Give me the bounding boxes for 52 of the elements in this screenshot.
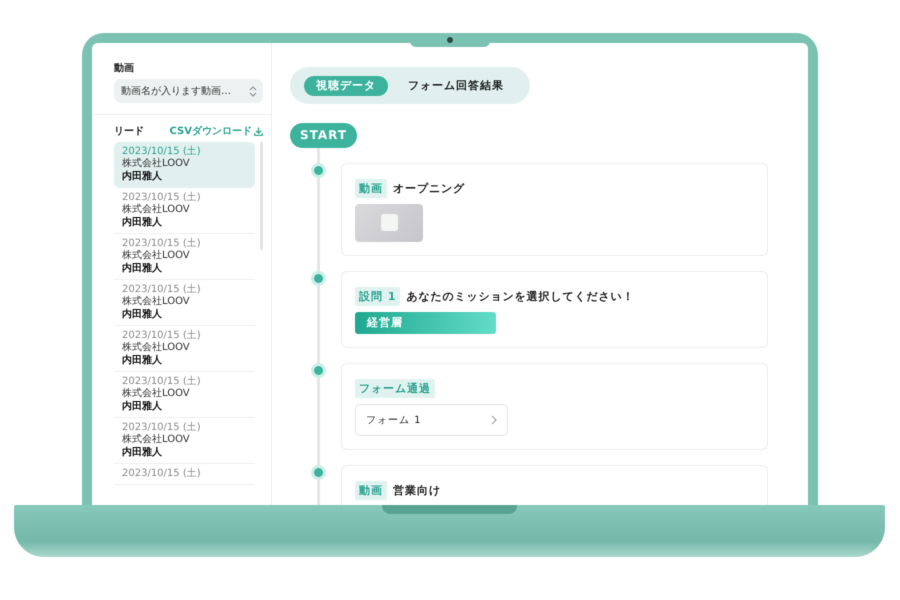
timeline-dot (314, 166, 323, 175)
lead-company: 株式会社LOOV (122, 296, 191, 308)
download-icon (254, 126, 263, 136)
lead-list-item[interactable]: 2023/10/15 (土) 株式会社LOOV 内田雅人 (114, 418, 255, 464)
lead-date: 2023/10/15 (土) (122, 330, 202, 342)
selected-answer: 経営層 (355, 312, 496, 334)
lead-date: 2023/10/15 (土) (122, 376, 202, 388)
lead-company: 株式会社LOOV (122, 434, 191, 446)
lead-name: 内田雅人 (122, 354, 163, 367)
step-type-label: フォーム通過 (355, 379, 435, 398)
timeline-dot (314, 468, 323, 477)
lead-name: 内田雅人 (122, 216, 163, 229)
lead-company: 株式会社LOOV (122, 250, 191, 262)
tab[interactable]: フォーム回答結果 (396, 76, 516, 96)
logo-icon (381, 214, 398, 231)
timeline-dot (314, 366, 323, 375)
lead-company: 株式会社LOOV (122, 388, 191, 400)
lead-date: 2023/10/15 (土) (122, 238, 202, 250)
step-type-label: 設問 1 (355, 287, 400, 306)
lead-company: 株式会社LOOV (122, 158, 191, 170)
lead-list-item[interactable]: 2023/10/15 (土) 株式会社LOOV 内田雅人 (114, 234, 255, 280)
lead-list-item[interactable]: 2023/10/15 (土) 株式会社LOOV 内田雅人 (114, 326, 255, 372)
step-title: オープニング (393, 181, 465, 196)
step-type-label: 動画 (355, 481, 387, 500)
timeline-dot (314, 274, 323, 283)
lead-name: 内田雅人 (122, 308, 163, 321)
lead-list-item[interactable]: 2023/10/15 (土) 株式会社LOOV 内田雅人 (114, 188, 255, 234)
step-title: 営業向け (393, 483, 441, 498)
chevron-up-down-icon (249, 86, 257, 96)
video-label: 動画 (114, 62, 135, 75)
lead-date: 2023/10/15 (土) (122, 422, 202, 434)
lead-date: 2023/10/15 (土) (122, 146, 202, 158)
step-type-label: 動画 (355, 179, 387, 198)
lead-name: 内田雅人 (122, 262, 163, 275)
lead-list-item[interactable]: 2023/10/15 (土) 株式会社LOOV 内田雅人 (114, 372, 255, 418)
lead-list-item[interactable]: 2023/10/15 (土) 株式会社LOOV 内田雅人 (114, 142, 255, 188)
lead-date: 2023/10/15 (土) (122, 284, 202, 296)
lead-date: 2023/10/15 (土) (122, 468, 202, 480)
lead-company: 株式会社LOOV (122, 342, 191, 354)
video-select[interactable]: 動画名が入ります動画… (114, 79, 263, 103)
lead-list-item[interactable]: 2023/10/15 (土) 株式会社LOOV 内田雅人 (114, 280, 255, 326)
lead-date: 2023/10/15 (土) (122, 192, 202, 204)
chevron-right-icon (491, 415, 497, 425)
lead-name: 内田雅人 (122, 170, 163, 183)
lead-company: 株式会社LOOV (122, 204, 191, 216)
step-title: あなたのミッションを選択してください！ (406, 289, 634, 304)
start-label: START (290, 123, 358, 148)
lead-name: 内田雅人 (122, 400, 163, 413)
leads-label: リード (114, 125, 144, 138)
form-link[interactable]: フォーム 1 (355, 404, 508, 436)
camera-icon (447, 37, 453, 43)
lead-name: 内田雅人 (122, 446, 163, 459)
